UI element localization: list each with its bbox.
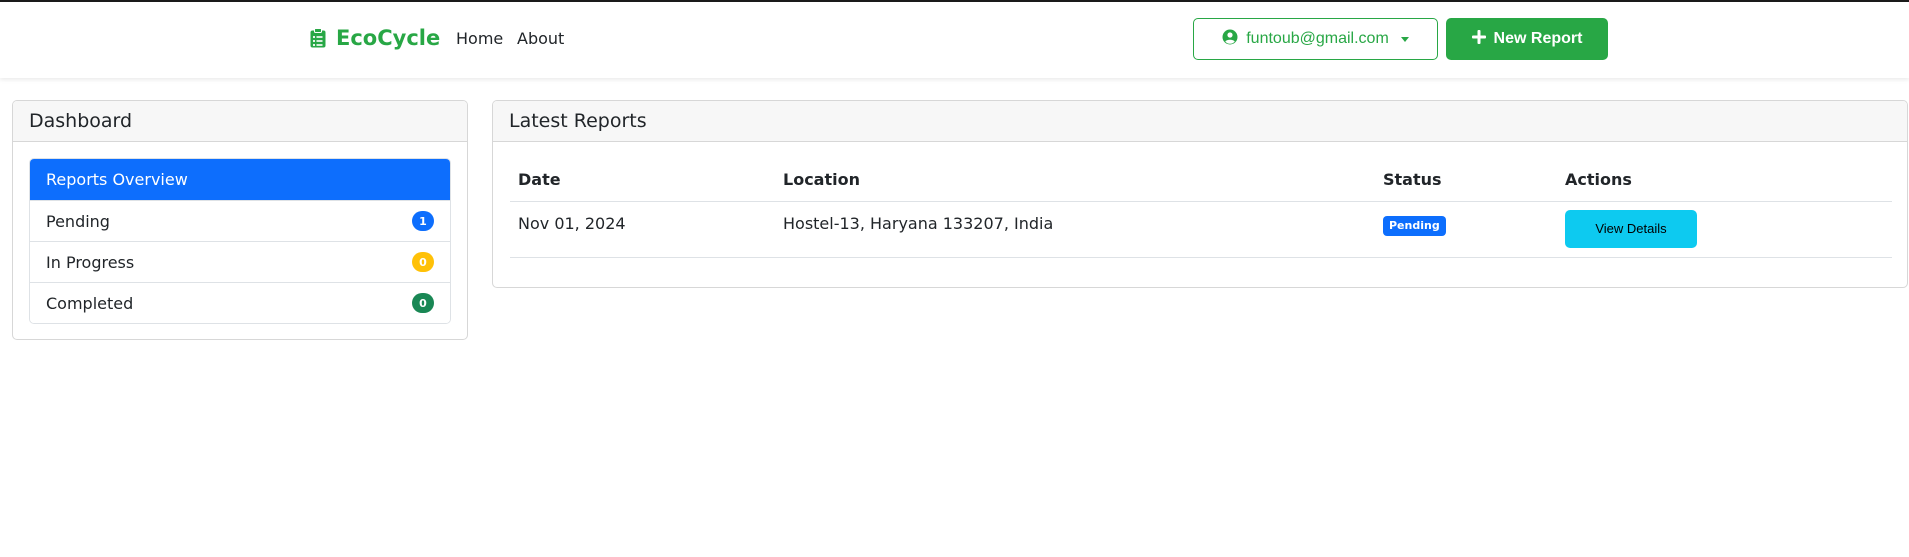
completed-count-badge: 0 xyxy=(412,293,434,313)
user-email: funtoub@gmail.com xyxy=(1246,30,1389,47)
list-item-pending[interactable]: Pending 1 xyxy=(30,200,450,241)
report-location: Hostel-13, Haryana 133207, India xyxy=(775,201,1375,258)
table-row: Nov 01, 2024 Hostel-13, Haryana 133207, … xyxy=(510,201,1892,258)
latest-reports-title: Latest Reports xyxy=(493,101,1907,142)
table-header-row: Date Location Status Actions xyxy=(510,158,1892,202)
dashboard-title: Dashboard xyxy=(13,101,467,142)
list-item-label: Pending xyxy=(46,211,110,231)
new-report-label: New Report xyxy=(1493,30,1583,47)
column-header-location: Location xyxy=(775,158,1375,202)
latest-reports-card: Latest Reports Date Location Status Acti… xyxy=(492,100,1908,288)
clipboard-list-icon xyxy=(310,28,326,48)
list-item-completed[interactable]: Completed 0 xyxy=(30,282,450,323)
view-details-button[interactable]: View Details xyxy=(1565,209,1697,248)
status-badge: Pending xyxy=(1383,215,1446,236)
column-header-date: Date xyxy=(510,158,775,202)
list-item-in-progress[interactable]: In Progress 0 xyxy=(30,241,450,282)
nav-link-about[interactable]: About xyxy=(517,29,564,48)
report-date: Nov 01, 2024 xyxy=(510,201,775,258)
list-item-label: Reports Overview xyxy=(46,170,188,189)
list-item-label: In Progress xyxy=(46,252,135,272)
column-header-status: Status xyxy=(1375,158,1557,202)
user-circle-icon xyxy=(1222,29,1238,50)
list-item-label: Completed xyxy=(46,293,134,313)
brand-name: EcoCycle xyxy=(336,26,441,50)
plus-icon xyxy=(1471,29,1486,49)
caret-down-icon xyxy=(1400,36,1409,42)
reports-table: Date Location Status Actions Nov 01, 202… xyxy=(510,158,1892,258)
brand-link[interactable]: EcoCycle xyxy=(310,26,440,50)
user-menu-button[interactable]: funtoub@gmail.com xyxy=(1193,18,1438,60)
status-list: Reports Overview Pending 1 In Progress 0… xyxy=(29,158,451,324)
in-progress-count-badge: 0 xyxy=(412,252,434,272)
column-header-actions: Actions xyxy=(1557,158,1892,202)
pending-count-badge: 1 xyxy=(412,211,434,231)
new-report-button[interactable]: New Report xyxy=(1446,18,1608,60)
navbar: EcoCycle Home About funtoub@gmail.com Ne… xyxy=(0,2,1909,78)
list-item-reports-overview[interactable]: Reports Overview xyxy=(30,159,450,200)
report-status-cell: Pending xyxy=(1375,201,1557,258)
dashboard-card: Dashboard Reports Overview Pending 1 In … xyxy=(12,100,468,340)
nav-link-home[interactable]: Home xyxy=(456,29,503,48)
report-actions-cell: View Details xyxy=(1557,201,1892,258)
